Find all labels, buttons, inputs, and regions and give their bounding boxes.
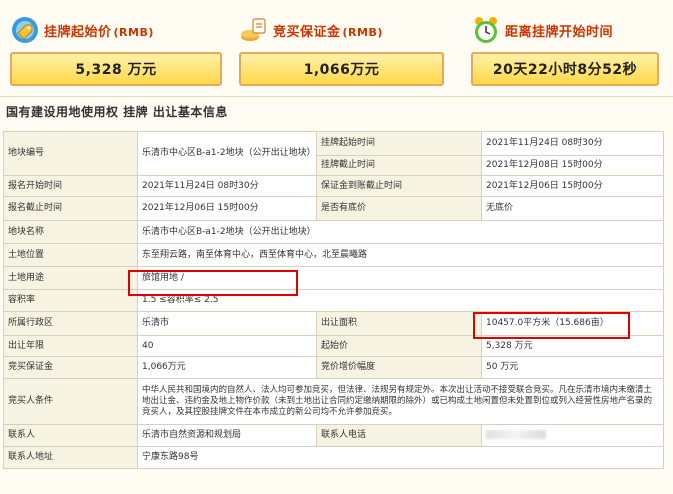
reg-end-label: 报名截止时间 [3, 196, 138, 221]
start-price-label: 起始价 [316, 335, 482, 357]
table-row: 地块编号 乐清市中心区B-a1-2地块（公开出让地块） 挂牌起始时间 2021年… [3, 131, 664, 176]
parcel-info-table: 地块编号 乐清市中心区B-a1-2地块（公开出让地块） 挂牌起始时间 2021年… [3, 131, 664, 469]
reg-end-value: 2021年12月06日 15时00分 [137, 196, 317, 221]
contact-label: 联系人 [3, 424, 138, 447]
phone-label: 联系人电话 [316, 424, 482, 447]
listing-start-value: 2021年11月24日 08时30分 [481, 131, 664, 156]
use-label: 土地用途 [3, 266, 138, 290]
section-title: 国有建设用地使用权 挂牌 出让基本信息 [0, 96, 673, 126]
reserve-value: 无底价 [481, 196, 664, 221]
term-value: 40 [137, 335, 317, 357]
table-row: 报名截止时间 2021年12月06日 15时00分 是否有底价 无底价 [3, 196, 664, 221]
increment-label: 竞价增价幅度 [316, 356, 482, 379]
deposit-coins-icon [239, 15, 269, 45]
phone-value [481, 424, 664, 447]
countdown-header: 距离挂牌开始时间 [471, 12, 613, 48]
location-label: 土地位置 [3, 243, 138, 267]
table-row: 联系人 乐清市自然资源和规划局 联系人电话 [3, 424, 664, 447]
deposit-deadline-label: 保证金到账截止时间 [316, 175, 482, 197]
increment-value: 50 万元 [481, 356, 664, 379]
far-label: 容积率 [3, 289, 138, 312]
table-row: 报名开始时间 2021年11月24日 08时30分 保证金到账截止时间 2021… [3, 175, 664, 197]
table-row: 竞买保证金 1,066万元 竞价增价幅度 50 万元 [3, 356, 664, 379]
district-label: 所属行政区 [3, 311, 138, 336]
address-label: 联系人地址 [3, 446, 138, 469]
deposit-header: 竞买保证金 (RMB) [239, 12, 383, 48]
conditions-value: 中华人民共和国境内的自然人、法人均可参加竞买，但法律、法规另有规定外。本次出让活… [137, 378, 664, 425]
land-use-highlight [128, 270, 298, 296]
table-row: 联系人地址 宁康东路98号 [3, 446, 664, 469]
table-row: 容积率 1.5 ≤容积率≤ 2.5 [3, 289, 664, 312]
district-value: 乐清市 [137, 311, 317, 336]
listing-end-label: 挂牌截止时间 [316, 155, 482, 176]
table-row: 竞买人条件 中华人民共和国境内的自然人、法人均可参加竞买，但法律、法规另有规定外… [3, 378, 664, 425]
summary-bar: 挂牌起始价(RMB) 5,328 万元 竞买保证金(RMB) 1,066万元 [0, 0, 673, 96]
table-row: 地块名称 乐清市中心区B-a1-2地块（公开出让地块） [3, 220, 664, 244]
start-price-card: 挂牌起始价 (RMB) 5,328 万元 [10, 12, 226, 92]
price-tag-icon [10, 15, 40, 45]
location-value: 东至翔云路，南至体育中心，西至体育中心，北至晨曦路 [137, 243, 664, 267]
conditions-label: 竞买人条件 [3, 378, 138, 425]
start-price-title: 挂牌起始价 (RMB) [44, 24, 154, 40]
countdown-title: 距离挂牌开始时间 [505, 24, 614, 40]
deposit-title: 竞买保证金 (RMB) [273, 24, 383, 40]
table-row: 土地位置 东至翔云路，南至体育中心，西至体育中心，北至晨曦路 [3, 243, 664, 267]
parcel-name-label: 地块名称 [3, 220, 138, 244]
countdown-value: 20天22小时8分52秒 [471, 52, 659, 86]
alarm-clock-icon [471, 15, 501, 45]
table-row: 土地用途 旅馆用地 / [3, 266, 664, 290]
area-highlight [473, 312, 630, 339]
reg-start-value: 2021年11月24日 08时30分 [137, 175, 317, 197]
deposit-deadline-value: 2021年12月06日 15时00分 [481, 175, 664, 197]
countdown-card: 距离挂牌开始时间 20天22小时8分52秒 [471, 12, 673, 92]
address-value: 宁康东路98号 [137, 446, 664, 469]
contact-value: 乐清市自然资源和规划局 [137, 424, 317, 447]
term-label: 出让年限 [3, 335, 138, 357]
listing-end-value: 2021年12月08日 15时00分 [481, 155, 664, 176]
start-price-header: 挂牌起始价 (RMB) [10, 12, 154, 48]
parcel-name-value: 乐清市中心区B-a1-2地块（公开出让地块） [137, 220, 664, 244]
parcel-no-label: 地块编号 [3, 131, 138, 176]
bid-deposit-label: 竞买保证金 [3, 356, 138, 379]
deposit-card: 竞买保证金 (RMB) 1,066万元 [239, 12, 455, 92]
bid-deposit-value: 1,066万元 [137, 356, 317, 379]
deposit-value: 1,066万元 [239, 52, 444, 86]
redacted-phone [486, 430, 546, 439]
parcel-no-value: 乐清市中心区B-a1-2地块（公开出让地块） [137, 131, 317, 176]
reserve-label: 是否有底价 [316, 196, 482, 221]
start-price-value: 5,328 万元 [10, 52, 222, 86]
listing-start-label: 挂牌起始时间 [316, 131, 482, 156]
reg-start-label: 报名开始时间 [3, 175, 138, 197]
area-label: 出让面积 [316, 311, 482, 336]
